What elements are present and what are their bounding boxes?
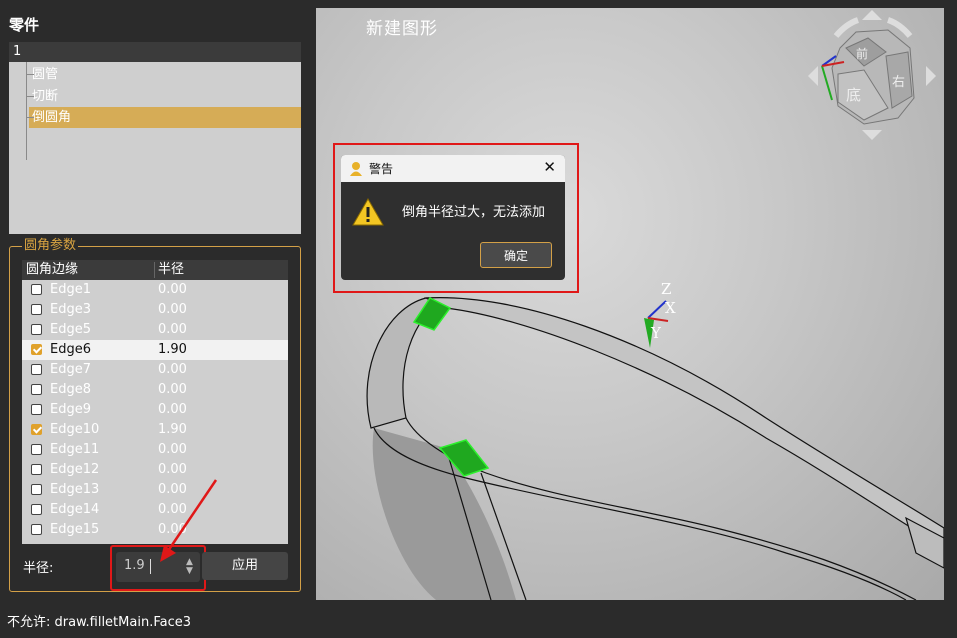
user-icon xyxy=(350,162,362,176)
annotation-arrow-line xyxy=(166,479,218,552)
view-cube-label-bottom: 底 xyxy=(846,86,861,104)
axis-z-line xyxy=(647,300,667,319)
cube-axis-green xyxy=(821,65,833,101)
ok-button[interactable]: 确定 xyxy=(480,242,552,268)
dialog-title: 警告 xyxy=(369,162,394,176)
status-text: 不允许: draw.filletMain.Face3 xyxy=(7,615,191,630)
axis-y-label: Y xyxy=(650,324,662,342)
annotation-arrow-head xyxy=(160,545,176,562)
view-cube-label-front: 前 xyxy=(856,46,868,61)
3d-viewport[interactable]: 新建图形 Z X Y 前 右 底 xyxy=(316,8,944,600)
close-icon[interactable]: ✕ xyxy=(543,158,556,176)
axis-z-label: Z xyxy=(661,280,671,298)
dialog-titlebar[interactable]: 警告 ✕ xyxy=(341,155,565,182)
view-cube-right-arrow[interactable] xyxy=(926,66,936,86)
view-cube-down-arrow[interactable] xyxy=(862,130,882,140)
model-drawing: Z X Y 前 右 底 xyxy=(366,10,944,600)
warning-icon xyxy=(352,198,384,226)
view-cube-left-arrow[interactable] xyxy=(808,66,818,86)
status-bar: 不允许: draw.filletMain.Face3 xyxy=(0,600,957,638)
pipe-wall-top xyxy=(423,297,944,549)
dialog-message: 倒角半径过大，无法添加 xyxy=(402,205,546,220)
axis-x-label: X xyxy=(665,299,676,317)
warning-dialog: 警告 ✕ 倒角半径过大，无法添加 确定 xyxy=(341,155,565,280)
view-cube[interactable]: 前 右 底 xyxy=(808,10,936,140)
view-cube-label-right: 右 xyxy=(892,75,905,90)
view-cube-up-arrow[interactable] xyxy=(862,10,882,20)
